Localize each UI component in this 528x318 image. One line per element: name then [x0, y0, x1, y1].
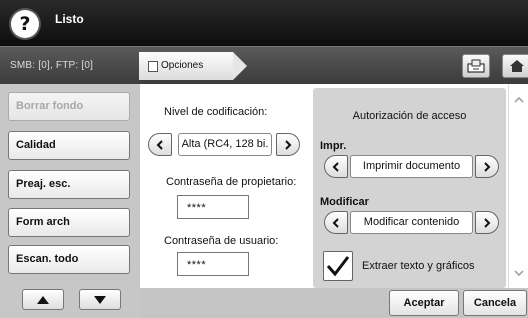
- modify-value: Modificar contenido: [350, 211, 473, 234]
- chevron-left-icon: [332, 161, 339, 172]
- user-password-label: Contraseña de usuario:: [164, 235, 279, 247]
- encryption-level-value: Alta (RC4, 128 bi.: [178, 133, 272, 156]
- home-icon: [510, 60, 524, 72]
- triangle-up-icon: [37, 295, 49, 304]
- scroll-down-arrow[interactable]: [512, 266, 526, 280]
- sidebar-item-form-arch[interactable]: Form arch: [8, 208, 130, 237]
- modify-stepper: Modificar contenido: [324, 211, 499, 234]
- sidebar-item-escan-todo[interactable]: Escan. todo: [8, 245, 130, 274]
- print-next-button[interactable]: [475, 155, 499, 178]
- chevron-down-icon: [514, 270, 524, 276]
- sidebar-item-calidad[interactable]: Calidad: [8, 131, 130, 160]
- chevron-left-icon: [332, 217, 339, 228]
- checkmark-icon: [326, 256, 350, 277]
- sidebar-item-preaj-esc[interactable]: Preaj. esc.: [8, 170, 130, 199]
- options-icon: [148, 61, 158, 72]
- chevron-right-icon: [484, 161, 491, 172]
- scroll-up-arrow[interactable]: [512, 93, 526, 107]
- extract-text-label: Extraer texto y gráficos: [362, 260, 475, 272]
- breadcrumb-arrow: [233, 52, 247, 80]
- help-icon[interactable]: ?: [11, 10, 39, 38]
- encryption-level-label: Nivel de codificación:: [164, 106, 268, 118]
- sidebar-item-borrar-fondo[interactable]: Borrar fondo: [8, 92, 130, 121]
- owner-password-field[interactable]: ****: [177, 195, 249, 219]
- breadcrumb-label: Opciones: [161, 60, 204, 71]
- chevron-up-icon: [514, 97, 524, 103]
- owner-password-label: Contraseña de propietario:: [166, 176, 297, 188]
- content-scrollbar[interactable]: [508, 84, 528, 288]
- modify-next-button[interactable]: [475, 211, 499, 234]
- action-bar: Aceptar Cancela: [140, 288, 528, 318]
- encryption-prev-button[interactable]: [148, 133, 172, 156]
- access-authorization-panel: Autorización de acceso Impr. Imprimir do…: [313, 88, 506, 288]
- modify-label: Modificar: [320, 196, 369, 208]
- main-area: Borrar fondo Calidad Preaj. esc. Form ar…: [0, 84, 528, 318]
- tray-icon: [467, 59, 485, 73]
- job-status-button[interactable]: [462, 54, 490, 78]
- chevron-right-icon: [285, 139, 292, 150]
- access-title: Autorización de acceso: [352, 110, 467, 122]
- sidebar: Borrar fondo Calidad Preaj. esc. Form ar…: [0, 84, 140, 318]
- scroll-up-button[interactable]: [22, 289, 64, 310]
- breadcrumb[interactable]: Opciones: [139, 52, 247, 80]
- print-label: Impr.: [320, 140, 347, 152]
- connection-info: SMB: [0], FTP: [0]: [10, 60, 94, 71]
- print-value: Imprimir documento: [350, 155, 473, 178]
- encryption-level-stepper: Alta (RC4, 128 bi.: [148, 133, 300, 156]
- print-stepper: Imprimir documento: [324, 155, 499, 178]
- encryption-next-button[interactable]: [276, 133, 300, 156]
- status-bar: ? Listo: [0, 0, 528, 46]
- chevron-left-icon: [156, 139, 163, 150]
- path-bar: SMB: [0], FTP: [0] Opciones: [0, 46, 528, 84]
- print-prev-button[interactable]: [324, 155, 348, 178]
- extract-text-checkbox[interactable]: [323, 251, 353, 281]
- status-title: Listo: [55, 12, 84, 26]
- accept-button[interactable]: Aceptar: [389, 290, 459, 316]
- chevron-right-icon: [484, 217, 491, 228]
- cancel-button[interactable]: Cancela: [463, 290, 527, 316]
- scroll-down-button[interactable]: [79, 289, 121, 310]
- triangle-down-icon: [94, 295, 106, 304]
- user-password-field[interactable]: ****: [177, 252, 249, 276]
- modify-prev-button[interactable]: [324, 211, 348, 234]
- home-button[interactable]: [502, 54, 528, 78]
